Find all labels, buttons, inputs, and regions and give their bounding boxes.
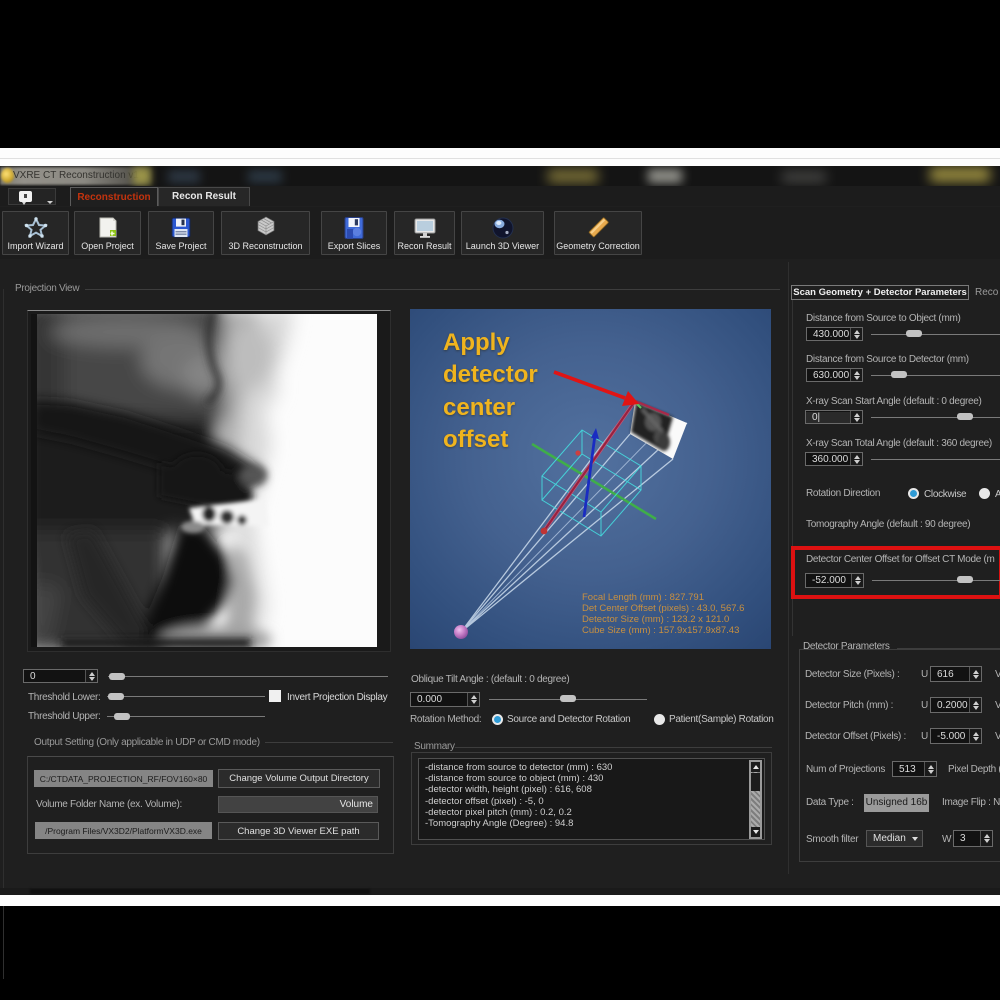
svg-text:Cube Size (mm) : 157.9x157.9x8: Cube Size (mm) : 157.9x157.9x87.43 <box>582 625 739 636</box>
svg-text:Detector Size (mm) : 123.2 x 1: Detector Size (mm) : 123.2 x 121.0 <box>582 614 729 625</box>
svg-text:Focal Length (mm) : 827.791: Focal Length (mm) : 827.791 <box>582 592 704 603</box>
svg-text:Det Center Offset (pixels) : 4: Det Center Offset (pixels) : 43.0, 567.6 <box>582 603 744 614</box>
